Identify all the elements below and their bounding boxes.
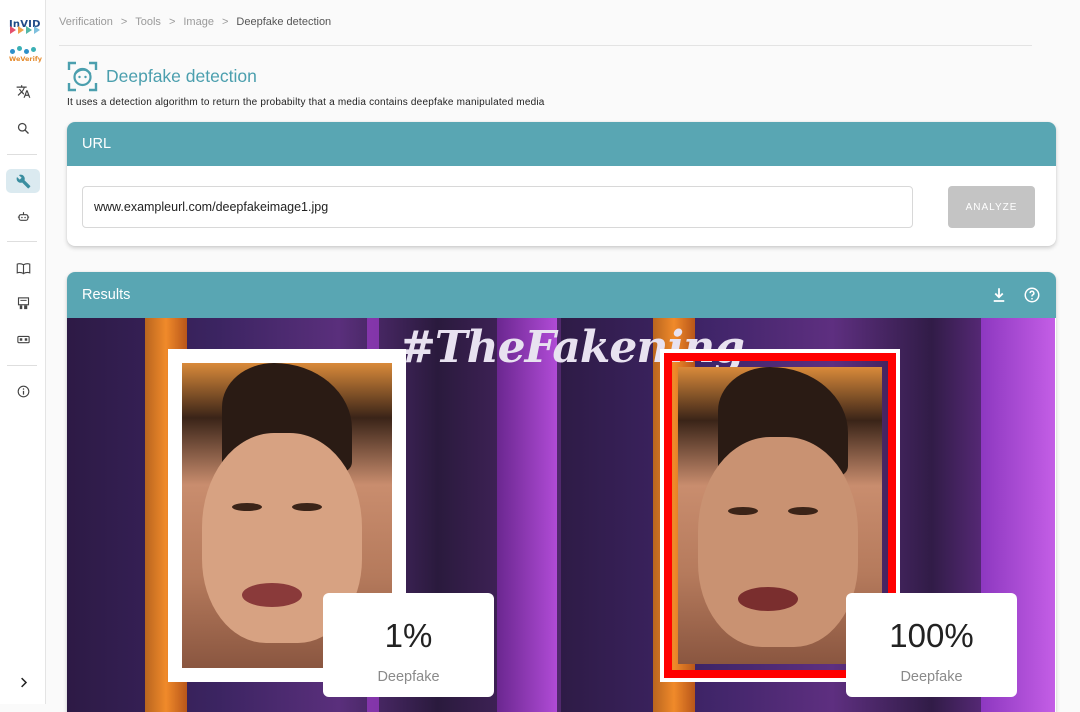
- chevron-right-icon[interactable]: [6, 670, 40, 694]
- weverify-logo-text: WeVerify: [9, 55, 42, 63]
- wrench-icon[interactable]: [6, 169, 40, 193]
- results-card: Results #TheFakening 1% Deepfake 100% De…: [67, 272, 1056, 712]
- download-icon[interactable]: [990, 286, 1008, 304]
- invid-logo[interactable]: InVID: [9, 14, 40, 36]
- page-subtitle: It uses a detection algorithm to return …: [67, 97, 545, 108]
- result-image: #TheFakening 1% Deepfake 100% Deepfake: [67, 318, 1055, 712]
- sidebar: InVID WeVerify: [0, 0, 46, 704]
- score-percent: 100%: [889, 617, 974, 654]
- analyze-button[interactable]: ANALYZE: [948, 186, 1035, 228]
- score-label: Deepfake: [900, 669, 963, 685]
- breadcrumb: Verification > Tools > Image > Deepfake …: [59, 16, 331, 28]
- breadcrumb-verification[interactable]: Verification: [59, 16, 113, 28]
- url-card-title: URL: [82, 136, 112, 152]
- book-icon[interactable]: [6, 256, 40, 280]
- score-card-real: 1% Deepfake: [323, 593, 494, 697]
- breadcrumb-tools[interactable]: Tools: [135, 16, 161, 28]
- robot-icon[interactable]: [6, 204, 40, 228]
- weverify-logo[interactable]: WeVerify: [9, 45, 42, 65]
- url-card-header: URL: [67, 122, 1056, 166]
- page-title: Deepfake detection: [106, 66, 257, 86]
- ticket-icon[interactable]: [6, 327, 40, 351]
- breadcrumb-image[interactable]: Image: [183, 16, 214, 28]
- header-divider: [59, 45, 1032, 46]
- search-icon[interactable]: [6, 116, 40, 140]
- breadcrumb-separator: >: [120, 16, 128, 28]
- score-label: Deepfake: [377, 669, 440, 685]
- results-title: Results: [82, 287, 131, 303]
- face-scan-icon: [67, 61, 98, 92]
- help-icon[interactable]: [1023, 286, 1041, 304]
- breadcrumb-separator: >: [168, 16, 176, 28]
- translate-icon[interactable]: [6, 79, 40, 103]
- results-header: Results: [67, 272, 1056, 318]
- score-percent: 1%: [384, 617, 433, 654]
- classroom-icon[interactable]: [6, 291, 40, 315]
- info-icon[interactable]: [6, 379, 40, 403]
- url-input[interactable]: www.exampleurl.com/deepfakeimage1.jpg: [82, 186, 913, 228]
- breadcrumb-separator: >: [221, 16, 229, 28]
- score-card-fake: 100% Deepfake: [846, 593, 1017, 697]
- breadcrumb-current: Deepfake detection: [236, 16, 332, 28]
- url-card: URL www.exampleurl.com/deepfakeimage1.jp…: [67, 122, 1056, 246]
